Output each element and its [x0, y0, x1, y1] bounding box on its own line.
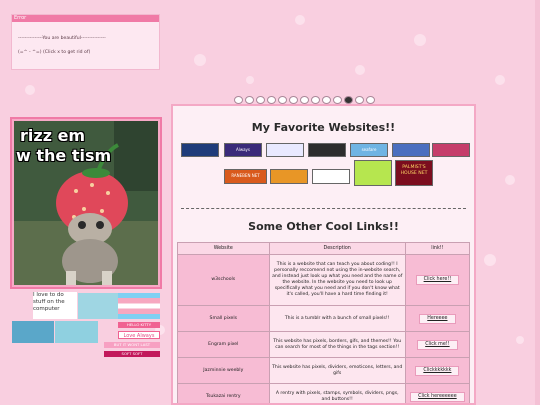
cat-face-icon — [322, 95, 331, 104]
site-link[interactable]: Click hereeeeee — [410, 391, 465, 402]
table-row: Jazminnie weebly This website has pixels… — [177, 357, 471, 384]
gif-caption-bottom: w the tism — [16, 146, 112, 165]
error-dismiss-hint: (=^ - ^=) (Click x to get rid of) — [18, 50, 91, 55]
section-divider — [181, 208, 466, 209]
site-button-seafare[interactable]: seafare — [350, 143, 388, 157]
computer-note: I love to do stuff on the computer — [33, 292, 77, 319]
cat-face-icon — [234, 95, 243, 104]
computer-note-text: I love to do stuff on the computer — [33, 292, 65, 312]
table-header-row: Website Description link!! — [177, 242, 471, 255]
site-description: This website has pixels, borders, gifs, … — [268, 331, 406, 358]
badge-hello-kitty: HELLO KITTY — [118, 322, 160, 328]
site-button-9[interactable] — [270, 169, 308, 184]
site-name: Jazminnie weebly — [177, 357, 270, 384]
cat-face-icon — [256, 95, 265, 104]
site-button-7[interactable] — [432, 143, 470, 157]
site-description: This is a website that can teach you abo… — [268, 254, 406, 306]
error-message: ---------------You are beautiful--------… — [18, 36, 106, 41]
table-row: Tsukazai rentry A rentry with pixels, st… — [177, 383, 471, 403]
site-link[interactable]: Click here!! — [415, 275, 460, 285]
site-button-always[interactable]: Always — [224, 143, 262, 157]
site-description: A rentry with pixels, stamps, symbols, d… — [268, 383, 406, 403]
site-button-10[interactable] — [312, 169, 350, 184]
miku-stamp-image-2 — [55, 321, 98, 343]
site-button-raneben[interactable]: RANEBEN NET — [224, 169, 267, 184]
table-header: link!! — [404, 242, 471, 255]
main-panel: My Favorite Websites!! Always seafare RA… — [171, 104, 476, 405]
cat-face-icon — [344, 95, 353, 104]
site-name: Small pixels — [177, 305, 270, 332]
site-button-4[interactable] — [308, 143, 346, 157]
site-button-6[interactable] — [392, 143, 430, 157]
table-header: Description — [268, 242, 406, 255]
site-button-1[interactable] — [181, 143, 219, 157]
gif-caption-top: rizz em — [20, 126, 86, 145]
trans-flag-image — [118, 293, 160, 319]
table-header: Website — [177, 242, 270, 255]
cat-face-icon — [311, 95, 320, 104]
emoji-icon-row — [234, 95, 400, 104]
site-button-palmists-house[interactable]: PALMIST'S HOUSE NET — [395, 160, 433, 186]
cool-links-title: Some Other Cool Links!! — [248, 220, 399, 233]
cat-face-icon — [267, 95, 276, 104]
site-link[interactable]: Clickkkkkkk — [415, 365, 460, 376]
site-link[interactable]: Click me!! — [417, 339, 458, 350]
error-dialog: Error ---------------You are beautiful--… — [11, 14, 160, 70]
site-name: Tsukazai rentry — [177, 383, 270, 403]
cat-face-icon — [278, 95, 287, 104]
favorite-websites-title: My Favorite Websites!! — [251, 121, 396, 134]
site-name: Engram pixel — [177, 331, 270, 358]
site-description: This website has pixels, dividers, emoti… — [268, 357, 406, 384]
table-row: Small pixels This is a tumblr with a bun… — [177, 305, 471, 332]
page-scrollbar[interactable] — [535, 0, 540, 405]
error-title: Error — [12, 15, 159, 22]
site-link[interactable]: Hereeee — [419, 313, 456, 324]
site-button-3[interactable] — [266, 143, 304, 157]
cat-face-icon — [300, 95, 309, 104]
cat-face-icon — [355, 95, 364, 104]
table-row: Engram pixel This website has pixels, bo… — [177, 331, 471, 358]
cat-face-icon — [289, 95, 298, 104]
badge-soft: SOFT SOFT — [104, 351, 160, 357]
links-table: Website Description link!! w3schools Thi… — [177, 242, 471, 403]
anime-girl-image — [78, 293, 118, 319]
site-name: w3schools — [177, 254, 270, 306]
strawberry-cat-gif: rizz em w the tism — [14, 121, 158, 285]
cat-face-icon — [366, 95, 375, 104]
cat-face-icon — [333, 95, 342, 104]
badge-love-always: Love Always — [118, 331, 160, 339]
cat-face-icon — [245, 95, 254, 104]
site-description: This is a tumblr with a bunch of small p… — [268, 305, 406, 332]
badge-wont-last: BUT IT WONT LAST — [104, 342, 160, 348]
gif-frame: rizz em w the tism — [10, 117, 162, 289]
miku-stamp-image — [12, 321, 54, 343]
table-row: w3schools This is a website that can tea… — [177, 254, 471, 306]
site-button-11[interactable] — [354, 160, 392, 186]
